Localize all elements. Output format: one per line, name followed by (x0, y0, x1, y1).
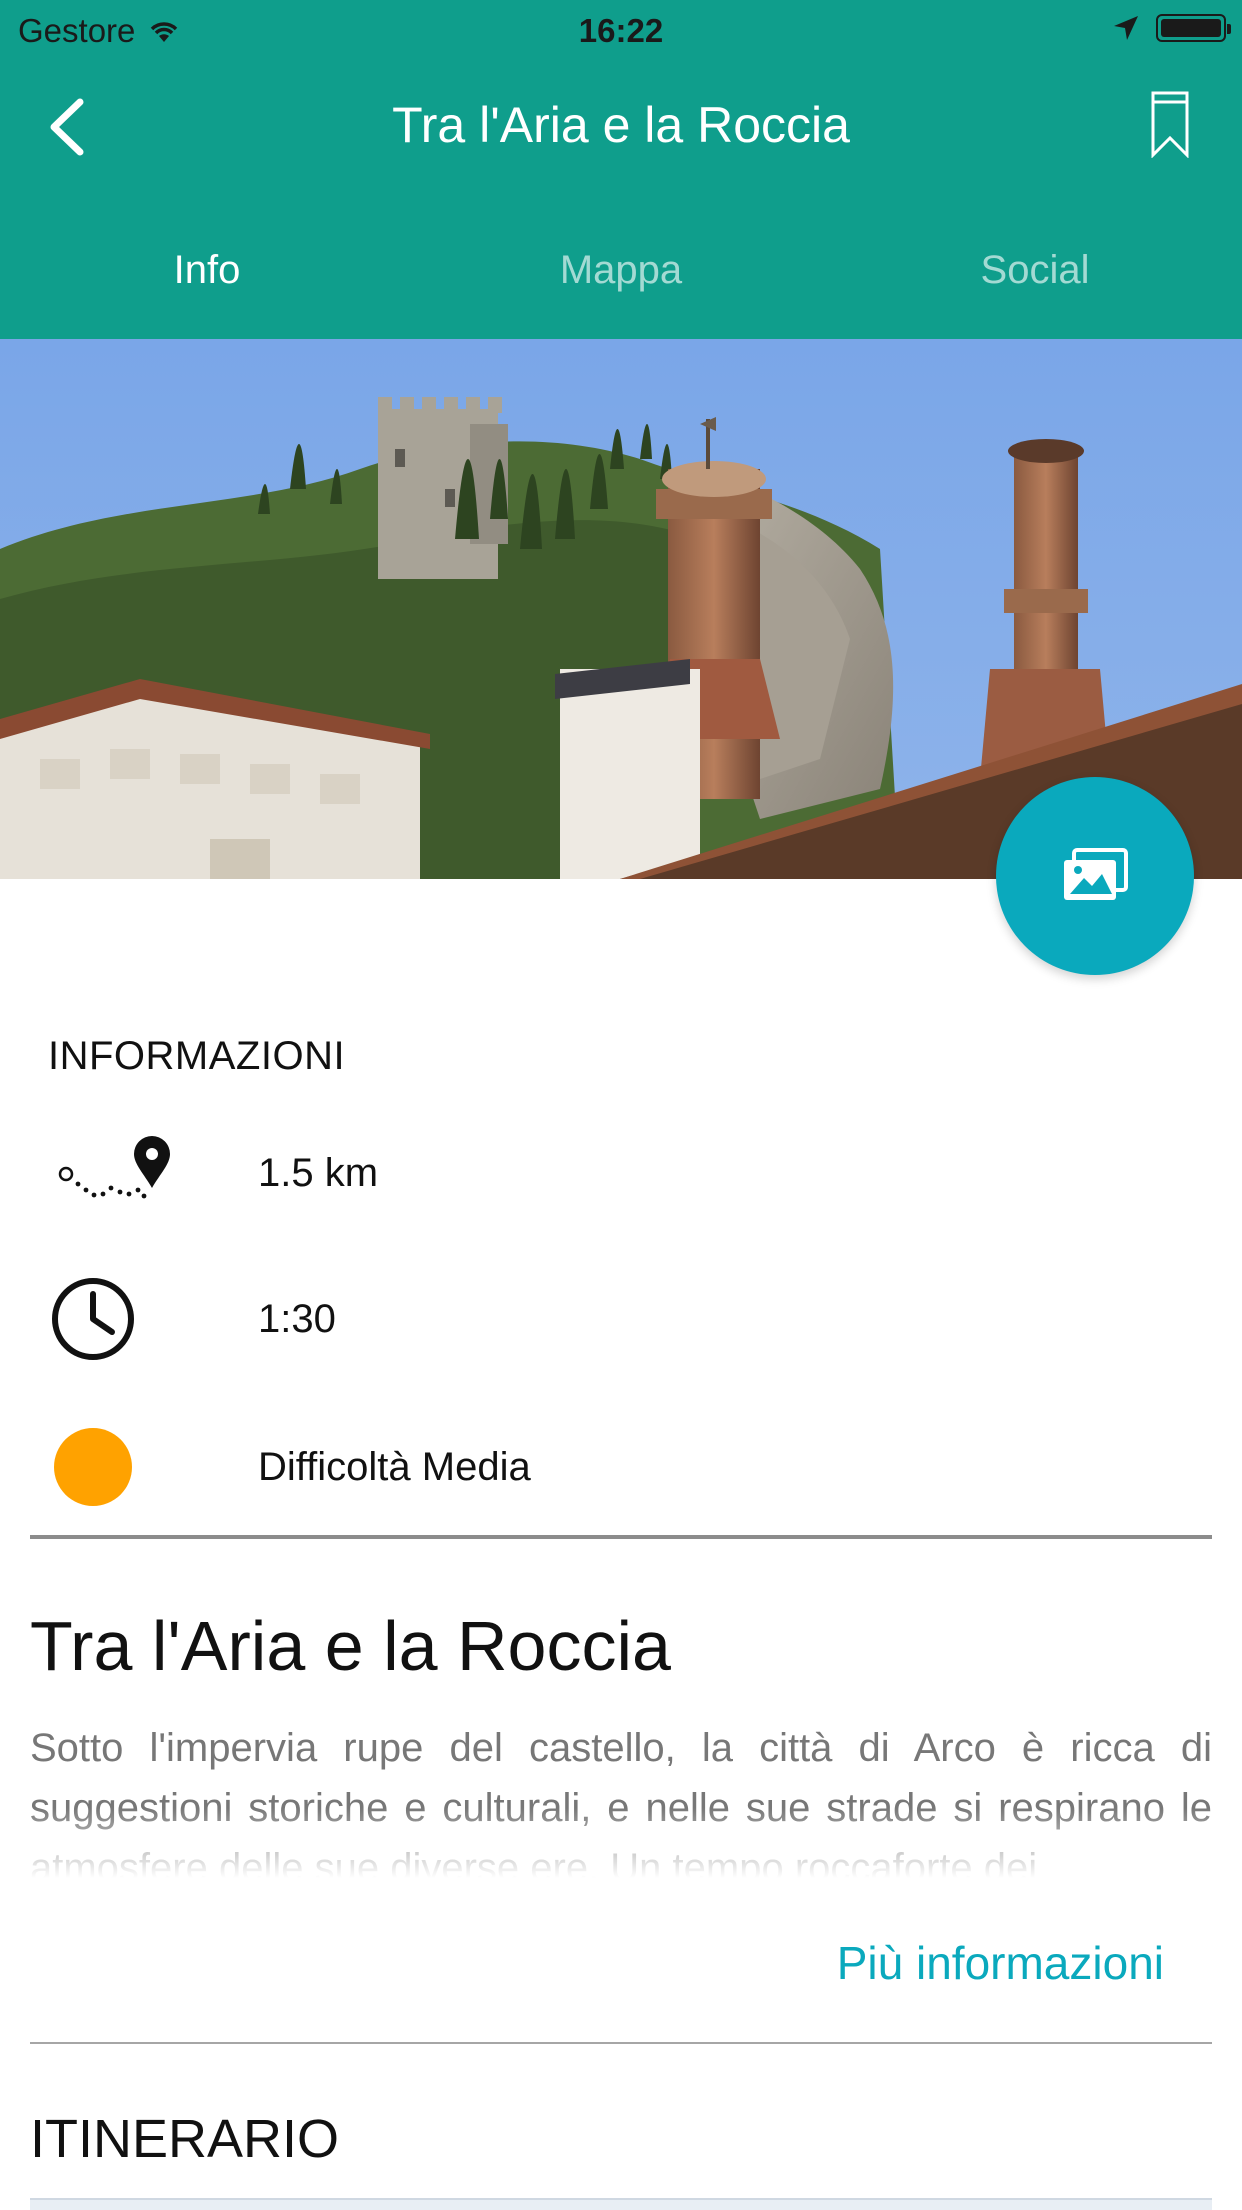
back-button[interactable] (40, 92, 100, 162)
tab-info[interactable]: Info (0, 230, 414, 310)
tab-bar: Info Mappa Social (0, 230, 1242, 310)
distance-value: 1.5 km (258, 1150, 379, 1195)
gallery-button[interactable] (996, 777, 1194, 975)
tab-social[interactable]: Social (828, 230, 1242, 310)
status-right (1112, 14, 1231, 42)
app-header: Gestore 16:22 Tra l'Aria e la Roccia Inf… (0, 0, 1242, 339)
route-title: Tra l'Aria e la Roccia (30, 1607, 671, 1685)
difficulty-row: Difficoltà Media (48, 1412, 1148, 1522)
itinerary-title: ITINERARIO (30, 2109, 340, 2169)
route-distance-icon (58, 1136, 170, 1199)
distance-row: 1.5 km (48, 1118, 1148, 1228)
difficulty-value: Difficoltà Media (258, 1444, 531, 1489)
duration-value: 1:30 (258, 1296, 336, 1341)
status-time: 16:22 (578, 12, 664, 49)
location-arrow-icon (1114, 16, 1138, 40)
itinerary-card (30, 2198, 1212, 2210)
section-divider (30, 2042, 1212, 2044)
bookmark-button[interactable] (1150, 90, 1190, 159)
difficulty-dot-icon (54, 1428, 132, 1506)
duration-row: 1:30 (48, 1264, 1148, 1374)
gallery-icon (1064, 848, 1128, 900)
info-section-title: INFORMAZIONI (48, 1034, 346, 1078)
bookmark-icon (1151, 91, 1189, 159)
chevron-left-icon (50, 98, 84, 156)
section-divider (30, 1535, 1212, 1539)
more-info-link[interactable]: Più informazioni (837, 1936, 1164, 1990)
page-title: Tra l'Aria e la Roccia (392, 97, 850, 153)
route-description: Sotto l'impervia rupe del castello, la c… (30, 1718, 1212, 1878)
clock-icon (52, 1278, 134, 1360)
battery-icon (1156, 14, 1231, 42)
tab-mappa[interactable]: Mappa (414, 230, 828, 310)
status-bar: Gestore 16:22 (0, 0, 1242, 60)
